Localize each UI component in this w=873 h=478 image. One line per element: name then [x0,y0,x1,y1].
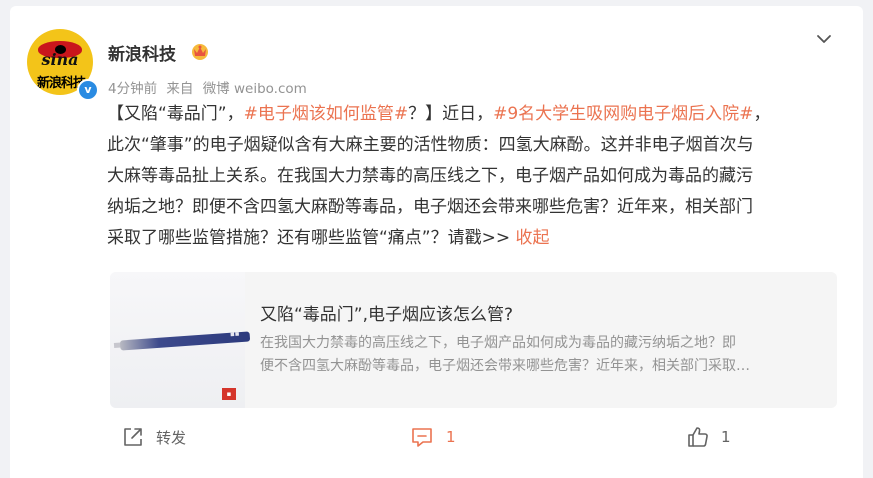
avatar-logo-text: sina [41,50,79,69]
post-source[interactable]: 微博 weibo.com [203,81,307,97]
thumbnail-detail: ▪▪ [229,329,240,339]
action-bar: 转发 1 1 [10,422,863,452]
text-segment: ？】近日， [408,104,494,124]
like-count: 1 [721,428,731,446]
like-button[interactable]: 1 [687,422,731,452]
article-description-line: 在我国大力禁毒的高压线之下，电子烟产品如何成为毒品的藏污纳垢之地？即 [260,335,736,351]
text-segment: 采取了哪些监管措施？还有哪些监管“痛点”？请戳>> [107,228,516,248]
collapse-link[interactable]: 收起 [516,228,550,248]
article-description-line: 便不含四氢大麻酚等毒品，电子烟还会带来哪些危害？近年来，相关部门采取… [260,358,750,374]
repost-button[interactable]: 转发 [122,422,186,452]
repost-label: 转发 [156,428,187,447]
source-prefix: 来自 [166,81,194,97]
shared-article-card[interactable]: ▪▪ ▪ 又陷“毒品门”,电子烟应该怎么管? 在我国大力禁毒的高压线之下，电子烟… [110,272,837,408]
post-time[interactable]: 4分钟前 [108,81,157,97]
article-thumbnail: ▪▪ ▪ [110,272,251,408]
post-text-line: 大麻等毒品扯上关系。在我国大力禁毒的高压线之下，电子烟产品如何成为毒品的藏污 [107,166,753,186]
comment-count: 1 [446,428,456,446]
thumbnail-watermark: ▪ [222,388,236,400]
thumbs-up-icon [688,427,708,447]
comment-button[interactable]: 1 [410,422,456,452]
post-text: 【又陷“毒品门”，#电子烟该如何监管#？】近日，#9名大学生吸网购电子烟后入院#… [107,99,842,254]
verified-badge-icon: v [77,79,99,101]
post-text-line: 纳垢之地？即便不含四氢大麻酚等毒品，电子烟还会带来哪些危害？近年来，相关部门 [107,197,753,217]
post-meta: 4分钟前 来自 微博 weibo.com [108,77,312,97]
comment-icon [412,428,432,447]
article-description: 在我国大力禁毒的高压线之下，电子烟产品如何成为毒品的藏污纳垢之地？即 便不含四氢… [260,332,825,378]
article-title: 又陷“毒品门”,电子烟应该怎么管? [260,305,514,325]
author-name[interactable]: 新浪科技 [108,40,176,65]
crown-icon[interactable] [190,41,210,61]
topic-link[interactable]: #电子烟该如何监管# [244,104,409,124]
chevron-down-icon[interactable] [813,28,835,50]
post-text-line: 采取了哪些监管措施？还有哪些监管“痛点”？请戳>> 收起 [107,223,842,254]
text-segment: ， [753,104,771,124]
post-text-line: 此次“肇事”的电子烟疑似含有大麻主要的活性物质：四氢大麻酚。这并非电子烟首次与 [107,135,754,155]
text-segment: 【又陷“毒品门”， [107,104,244,124]
post-text-line: 【又陷“毒品门”，#电子烟该如何监管#？】近日，#9名大学生吸网购电子烟后入院#… [107,99,842,130]
weibo-post-card: sina 新浪科技 v 新浪科技 4分钟前 来自 微博 weibo.com 【又… [10,6,863,478]
repost-icon [124,428,142,446]
topic-link[interactable]: #9名大学生吸网购电子烟后入院# [493,104,753,124]
